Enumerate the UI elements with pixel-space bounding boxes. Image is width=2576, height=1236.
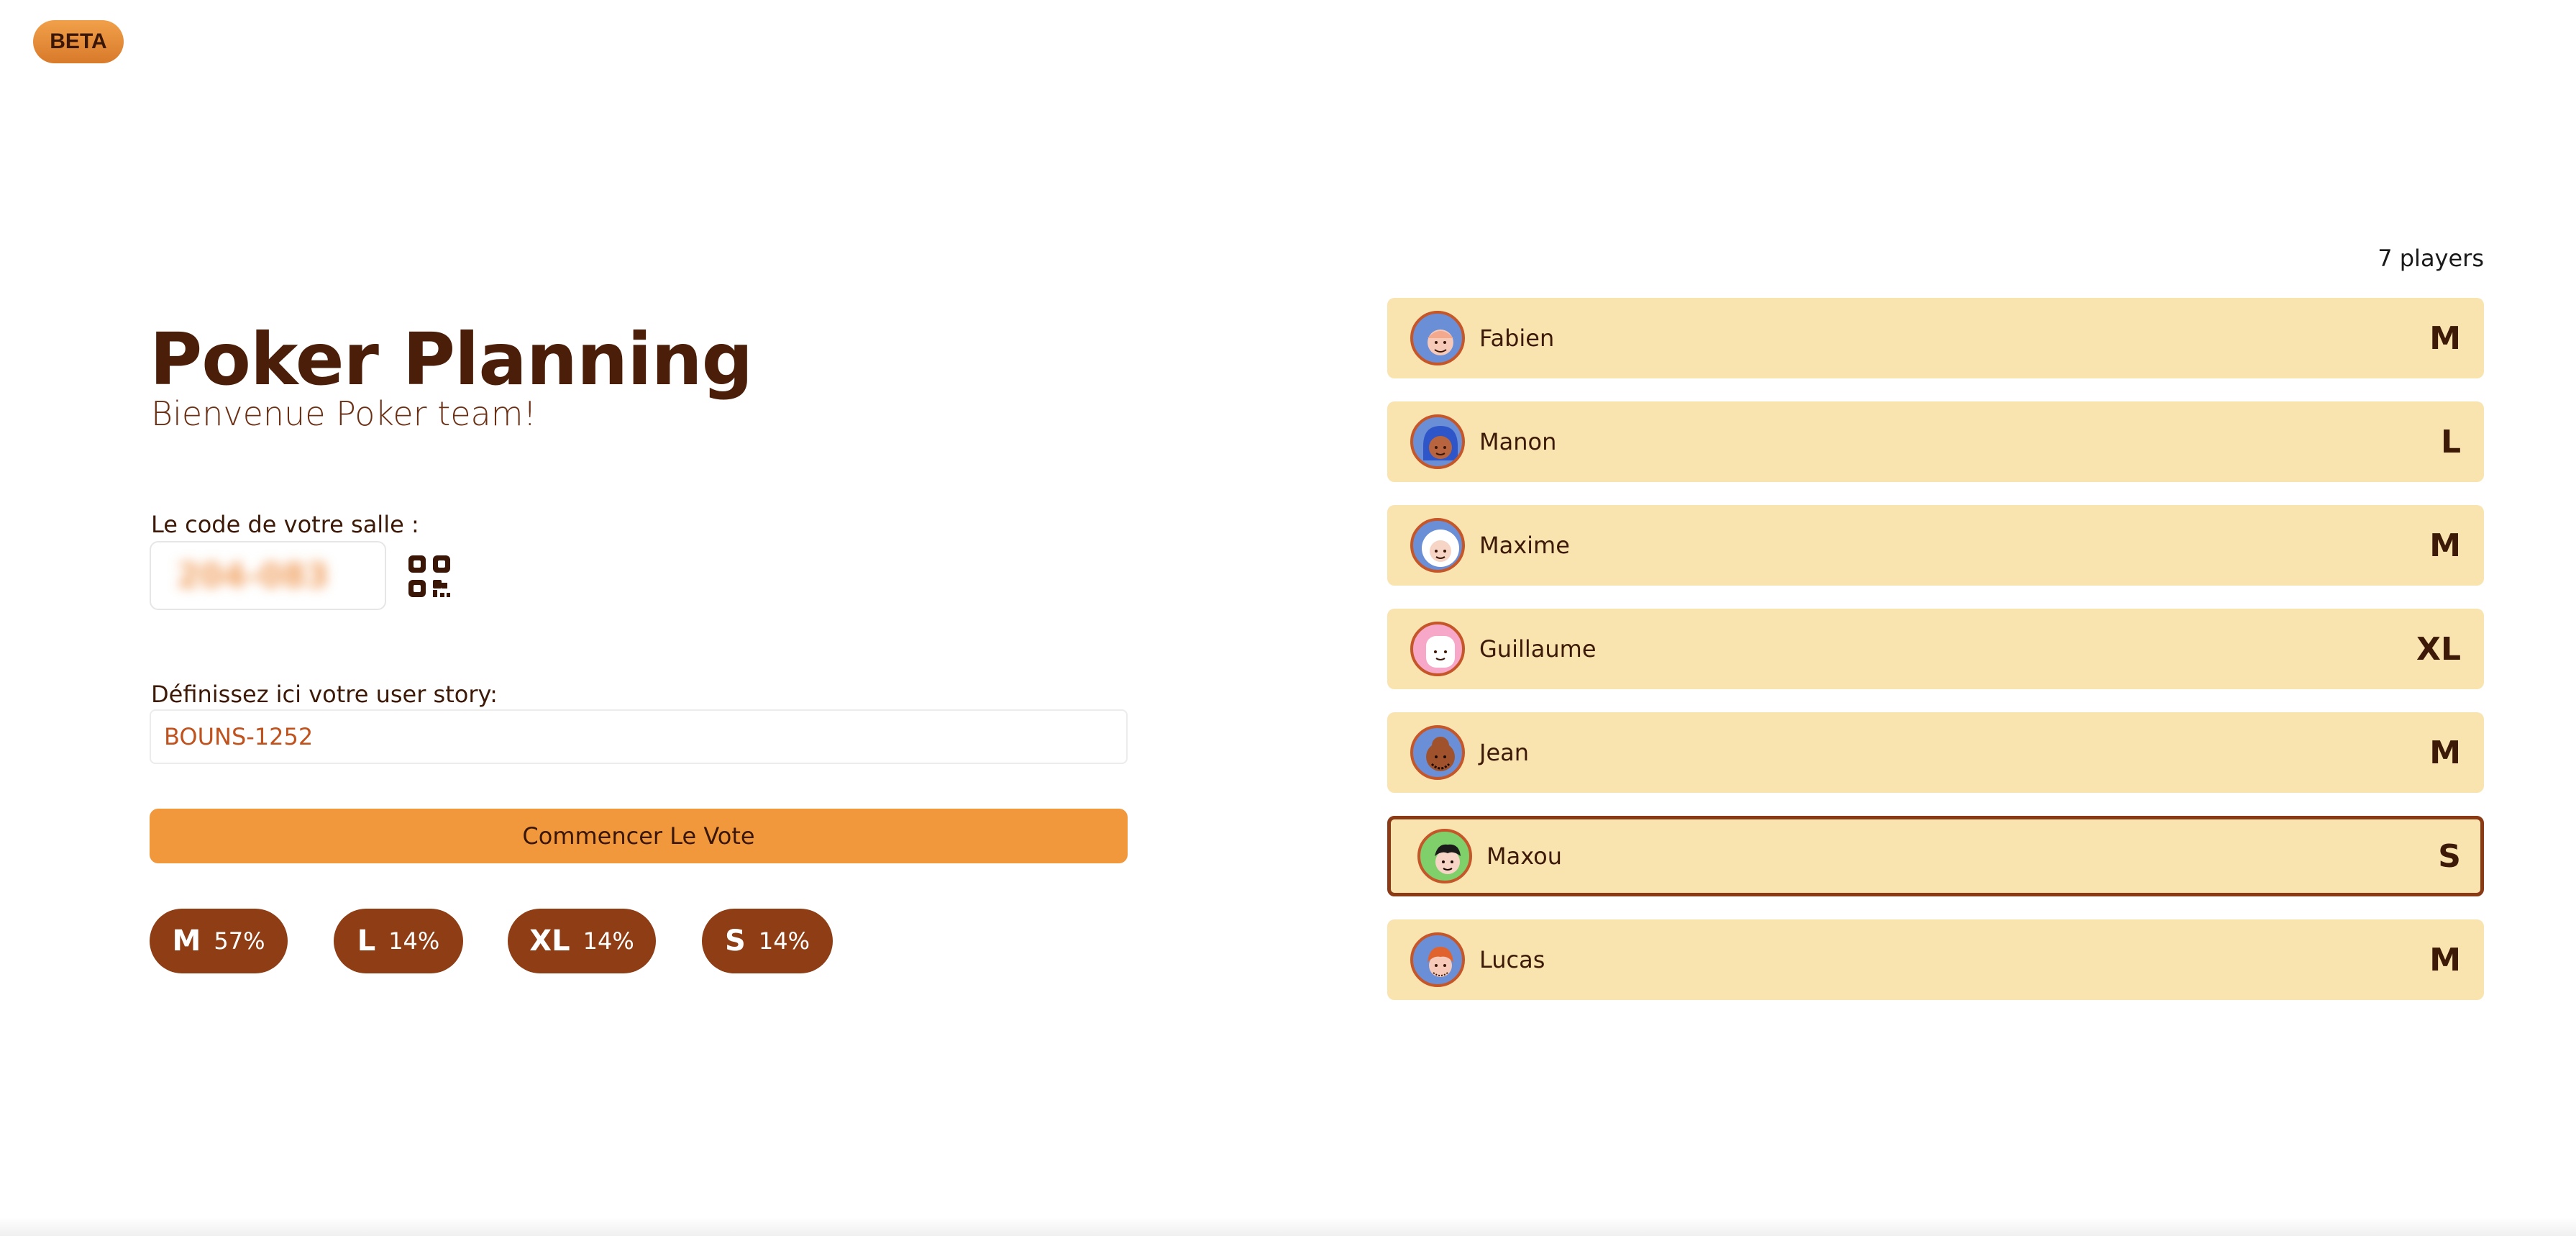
player-name: Fabien — [1479, 324, 1555, 352]
player-vote: M — [2429, 734, 2461, 771]
players-count: 7 players — [2378, 245, 2484, 272]
stat-pill: XL 14% — [508, 909, 656, 973]
player-card-fabien: Fabien M — [1387, 298, 2484, 378]
player-name: Guillaume — [1479, 635, 1597, 663]
qr-code-icon[interactable] — [407, 554, 452, 599]
stat-percent: 14% — [758, 927, 810, 955]
stat-pill: M 57% — [150, 909, 288, 973]
player-vote: S — [2438, 837, 2461, 875]
avatar — [1410, 311, 1465, 365]
player-vote: L — [2440, 423, 2461, 460]
stat-value: L — [357, 924, 376, 958]
player-vote: M — [2429, 941, 2461, 978]
room-code-value: 204-083 — [177, 556, 329, 595]
player-name: Jean — [1479, 739, 1530, 766]
user-story-label: Définissez ici votre user story: — [151, 681, 498, 708]
stat-percent: 14% — [583, 927, 634, 955]
room-code-label: Le code de votre salle : — [151, 511, 419, 538]
player-card-jean: Jean M — [1387, 712, 2484, 793]
avatar — [1410, 622, 1465, 676]
player-card-maxime: Maxime M — [1387, 505, 2484, 586]
stat-pill: S 14% — [702, 909, 833, 973]
page-subtitle: Bienvenue Poker team! — [151, 394, 536, 433]
stat-value: S — [725, 924, 746, 958]
user-story-input[interactable] — [150, 709, 1128, 764]
stat-percent: 14% — [388, 927, 440, 955]
player-vote: M — [2429, 527, 2461, 564]
avatar — [1410, 725, 1465, 780]
poker-planning-page: BETA Poker Planning Bienvenue Poker team… — [0, 0, 2576, 1236]
player-card-lucas: Lucas M — [1387, 919, 2484, 1000]
player-card-manon: Manon L — [1387, 401, 2484, 482]
stat-value: XL — [529, 924, 570, 958]
beta-badge: BETA — [33, 20, 124, 63]
start-vote-button[interactable]: Commencer Le Vote — [150, 809, 1128, 863]
player-vote: XL — [2416, 630, 2461, 668]
player-name: Manon — [1479, 428, 1557, 455]
room-code-field: 204-083 — [150, 541, 386, 610]
player-name: Maxou — [1486, 842, 1563, 870]
stat-pill: L 14% — [334, 909, 463, 973]
player-vote: M — [2429, 319, 2461, 357]
avatar — [1410, 932, 1465, 987]
stat-percent: 57% — [214, 927, 265, 955]
player-name: Maxime — [1479, 532, 1570, 559]
avatar — [1410, 518, 1465, 573]
stat-value: M — [172, 924, 201, 958]
player-card-maxou: Maxou S — [1387, 816, 2484, 896]
avatar — [1410, 414, 1465, 469]
avatar — [1417, 829, 1472, 883]
player-card-guillaume: Guillaume XL — [1387, 609, 2484, 689]
bottom-shadow — [0, 1217, 2576, 1236]
player-name: Lucas — [1479, 946, 1545, 973]
page-title: Poker Planning — [150, 317, 753, 401]
